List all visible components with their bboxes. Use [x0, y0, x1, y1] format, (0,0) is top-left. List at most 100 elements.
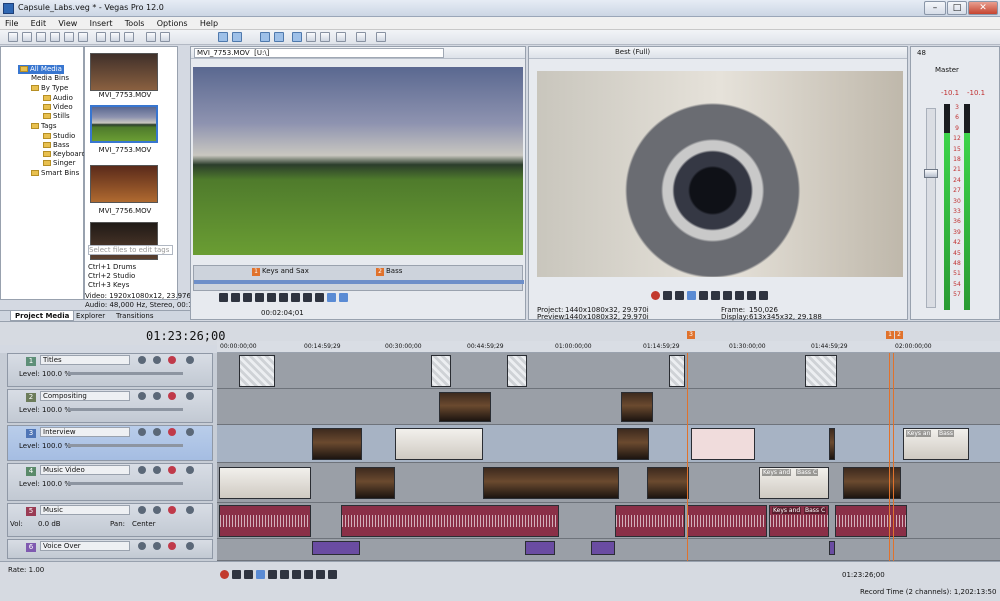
stop-icon[interactable] [711, 291, 720, 300]
tree-item-studio[interactable]: Studio [43, 132, 75, 141]
go-start-icon[interactable] [303, 293, 312, 302]
redo-icon[interactable] [160, 32, 170, 42]
trimmer-selection-bar[interactable] [194, 280, 524, 284]
trim-icon[interactable] [336, 32, 346, 42]
video-clip[interactable] [355, 467, 395, 499]
solo-icon[interactable] [153, 466, 161, 474]
loop-icon[interactable] [232, 570, 241, 579]
video-clip[interactable]: Keys an Bass [903, 428, 969, 460]
menu-file[interactable]: File [0, 17, 23, 30]
loop-icon[interactable] [219, 293, 228, 302]
media-thumbnail-selected[interactable] [90, 105, 158, 143]
tree-item-all-media[interactable]: All Media [18, 65, 64, 74]
prev-frame-icon[interactable] [316, 570, 325, 579]
track-header[interactable]: 3 Interview Level: 100.0 % [7, 425, 213, 461]
snapping-icon[interactable] [260, 32, 270, 42]
cut-icon[interactable] [96, 32, 106, 42]
menu-options[interactable]: Options [152, 17, 193, 30]
go-end-icon[interactable] [735, 291, 744, 300]
media-thumbnail[interactable] [90, 165, 158, 203]
timeline-marker[interactable]: 2 [895, 331, 903, 339]
compositing-mode-icon[interactable] [186, 356, 194, 364]
next-frame-icon[interactable] [291, 293, 300, 302]
new-project-icon[interactable] [8, 32, 18, 42]
track-name[interactable]: Interview [40, 427, 130, 437]
voice-clip[interactable] [525, 541, 555, 555]
solo-icon[interactable] [153, 356, 161, 364]
video-clip[interactable] [617, 428, 649, 460]
mute-icon[interactable] [138, 466, 146, 474]
fx-icon[interactable] [168, 392, 176, 400]
marker-flag[interactable]: 1 [252, 268, 260, 276]
video-clip[interactable] [439, 392, 491, 422]
video-clip[interactable] [395, 428, 483, 460]
compositing-mode-icon[interactable] [186, 506, 194, 514]
title-clip[interactable] [805, 355, 837, 387]
track-lane-titles[interactable] [217, 353, 1000, 389]
fx-icon[interactable] [168, 506, 176, 514]
close-button[interactable]: ✕ [968, 1, 998, 15]
record-icon[interactable] [651, 291, 660, 300]
solo-icon[interactable] [153, 428, 161, 436]
compositing-mode-icon[interactable] [186, 392, 194, 400]
voice-clip[interactable] [312, 541, 360, 555]
video-clip[interactable]: Keys and Bass C [759, 467, 829, 499]
record-icon[interactable] [220, 570, 229, 579]
normal-edit-tool-icon[interactable] [218, 32, 228, 42]
level-slider[interactable] [68, 482, 183, 485]
tab-transitions[interactable]: Transitions [112, 311, 158, 321]
marker-flag[interactable]: 2 [376, 268, 384, 276]
audio-clip[interactable] [341, 505, 559, 537]
title-clip[interactable] [431, 355, 451, 387]
master-fader-track[interactable] [924, 108, 938, 308]
preview-quality-select[interactable]: Best (Full) [615, 48, 650, 56]
timeline-marker[interactable]: 1 [886, 331, 894, 339]
tree-item-smart-bins[interactable]: Smart Bins [31, 169, 79, 178]
title-clip[interactable] [239, 355, 275, 387]
prev-frame-icon[interactable] [747, 291, 756, 300]
video-clip[interactable] [647, 467, 689, 499]
pause-icon[interactable] [255, 293, 264, 302]
fx-icon[interactable] [168, 466, 176, 474]
fx-icon[interactable] [168, 542, 176, 550]
prev-frame-icon[interactable] [279, 293, 288, 302]
menu-help[interactable]: Help [195, 17, 223, 30]
render-icon[interactable] [64, 32, 74, 42]
track-name[interactable]: Voice Over [40, 541, 130, 551]
menu-tools[interactable]: Tools [120, 17, 150, 30]
level-slider[interactable] [68, 408, 183, 411]
open-icon[interactable] [22, 32, 32, 42]
track-name[interactable]: Titles [40, 355, 130, 365]
ripple-edit-icon[interactable] [292, 32, 302, 42]
auto-crossfade-icon[interactable] [274, 32, 284, 42]
playback-rate[interactable]: Rate: 1.00 [8, 566, 44, 574]
track-lane-voice-over[interactable] [217, 539, 1000, 561]
play-icon[interactable] [687, 291, 696, 300]
master-fader-handle[interactable] [924, 169, 938, 178]
play-from-start-icon[interactable] [243, 293, 252, 302]
mute-icon[interactable] [138, 542, 146, 550]
title-clip[interactable] [507, 355, 527, 387]
tree-item-bass[interactable]: Bass [43, 141, 69, 150]
track-header[interactable]: 2 Compositing Level: 100.0 % [7, 389, 213, 423]
track-header[interactable]: 6 Voice Over [7, 539, 213, 559]
solo-icon[interactable] [153, 506, 161, 514]
pause-icon[interactable] [699, 291, 708, 300]
video-clip[interactable] [829, 428, 835, 460]
menu-insert[interactable]: Insert [85, 17, 118, 30]
go-end-icon[interactable] [304, 570, 313, 579]
trimmer-file-select[interactable]: MVI_7753.MOV [U:\] [194, 48, 444, 58]
tag-input[interactable]: Select files to edit tags [88, 245, 173, 255]
video-clip[interactable] [219, 467, 311, 499]
track-name[interactable]: Music Video [40, 465, 130, 475]
mute-icon[interactable] [138, 356, 146, 364]
loop-icon[interactable] [663, 291, 672, 300]
tab-project-media[interactable]: Project Media [10, 311, 75, 321]
next-frame-icon[interactable] [328, 570, 337, 579]
track-lane-music-video[interactable]: Keys and Bass C [217, 463, 1000, 503]
track-lane-compositing[interactable] [217, 389, 1000, 425]
lock-envelopes-icon[interactable] [306, 32, 316, 42]
tree-item-stills[interactable]: Stills [43, 112, 70, 121]
pause-icon[interactable] [268, 570, 277, 579]
audio-clip[interactable] [219, 505, 311, 537]
